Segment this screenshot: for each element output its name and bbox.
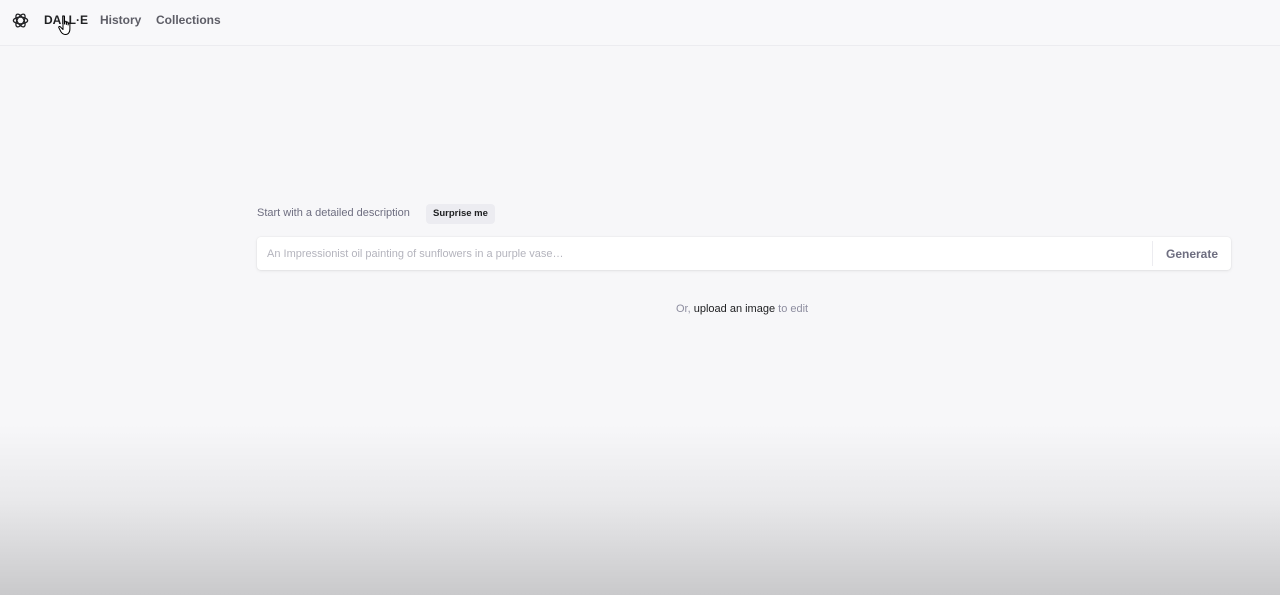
top-navigation-bar: DALL·E History Collections <box>0 0 1280 46</box>
upload-image-link[interactable]: upload an image <box>694 303 775 315</box>
nav-dalle-link[interactable]: DALL·E <box>44 13 88 27</box>
nav-history-link[interactable]: History <box>100 13 141 27</box>
nav-collections-link[interactable]: Collections <box>156 13 221 27</box>
upload-prefix: Or, <box>676 303 691 315</box>
prompt-bar: Generate <box>257 237 1231 270</box>
openai-logo-icon[interactable] <box>11 11 30 30</box>
prompt-instruction-label: Start with a detailed description <box>257 207 410 219</box>
generate-button[interactable]: Generate <box>1153 237 1231 270</box>
prompt-input[interactable] <box>267 237 1147 270</box>
upload-prompt: Or, upload an image to edit <box>676 303 808 315</box>
upload-suffix: to edit <box>778 303 809 315</box>
surprise-me-button[interactable]: Surprise me <box>426 204 495 224</box>
